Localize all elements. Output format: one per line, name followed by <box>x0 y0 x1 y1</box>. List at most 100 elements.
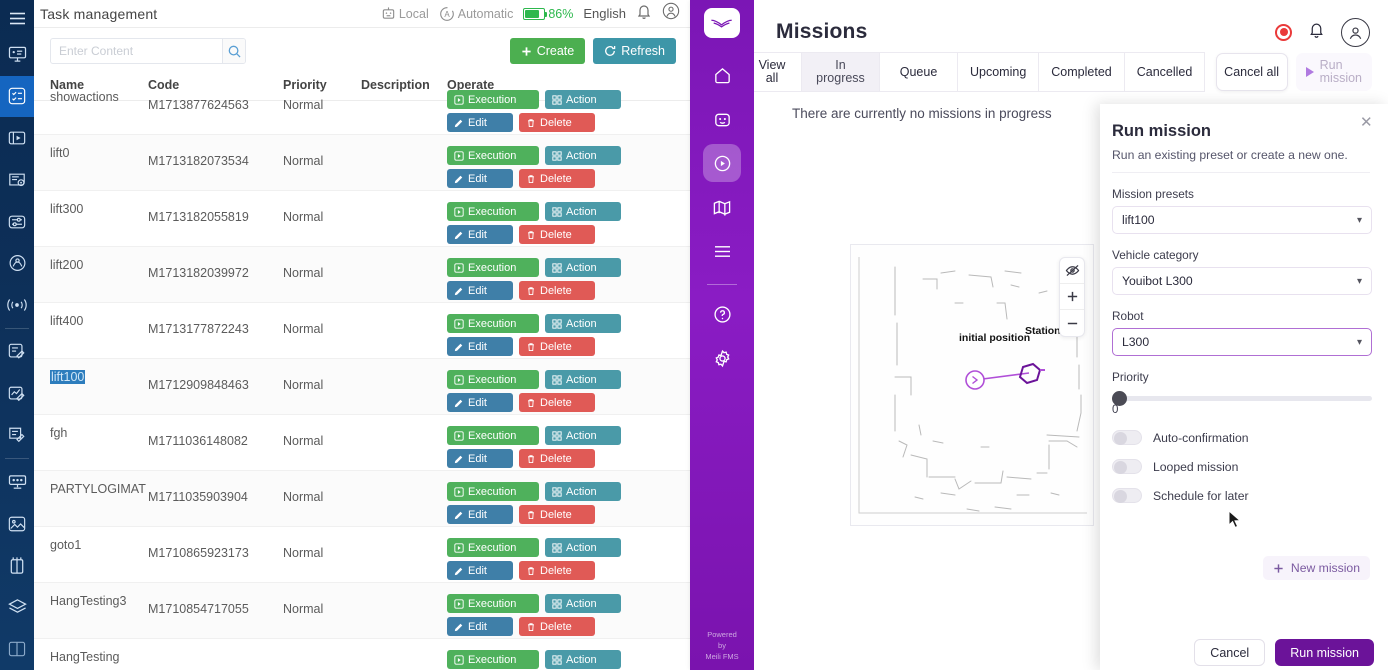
execution-button[interactable]: Execution <box>447 538 539 557</box>
select-robot[interactable]: L300 ▾ <box>1112 328 1372 356</box>
execution-button[interactable]: Execution <box>447 202 539 221</box>
edit-list-icon[interactable] <box>0 331 34 373</box>
mode-automatic-indicator[interactable]: A Automatic <box>439 6 513 22</box>
table-row[interactable]: showactions M1713877624563 Normal Execution… <box>34 79 690 135</box>
refresh-button[interactable]: Refresh <box>593 38 676 64</box>
table-row[interactable]: lift200 M1713182039972 Normal Execution Acti… <box>34 247 690 303</box>
signal-waves-icon[interactable] <box>0 284 34 326</box>
select-mission-presets[interactable]: lift100 ▾ <box>1112 206 1372 234</box>
sidebar-item-missions[interactable] <box>703 144 741 182</box>
table-row[interactable]: HangTestingExecutionActionEditDelete <box>34 639 690 670</box>
action-button[interactable]: Action <box>545 482 621 501</box>
user-account-avatar[interactable] <box>1341 17 1370 47</box>
toggle-schedule-for-later[interactable] <box>1112 488 1142 503</box>
zoom-in-icon[interactable] <box>1060 284 1084 310</box>
delete-button[interactable]: Delete <box>519 337 595 356</box>
notifications-bell-icon[interactable] <box>1308 21 1325 44</box>
mission-map[interactable]: initial position Station 1 <box>850 244 1094 526</box>
edit-button[interactable]: Edit <box>447 617 513 636</box>
table-row[interactable]: lift100 M1712909848463 Normal Execution Acti… <box>34 359 690 415</box>
delete-button[interactable]: Delete <box>519 505 595 524</box>
monitor-icon[interactable] <box>0 34 34 76</box>
run-mission-button[interactable]: Run mission <box>1275 639 1374 666</box>
note-edit-icon[interactable] <box>0 415 34 457</box>
priority-slider-handle[interactable] <box>1112 391 1127 406</box>
sliders-icon[interactable] <box>0 201 34 243</box>
chart-edit-icon[interactable] <box>0 373 34 415</box>
toggle-looped-mission[interactable] <box>1112 459 1142 474</box>
edit-button[interactable]: Edit <box>447 113 513 132</box>
delete-button[interactable]: Delete <box>519 617 595 636</box>
server-icon[interactable] <box>0 461 34 503</box>
image-icon[interactable] <box>0 503 34 545</box>
delete-button[interactable]: Delete <box>519 225 595 244</box>
tab-upcoming[interactable]: Upcoming <box>958 52 1040 92</box>
hamburger-menu-icon[interactable] <box>0 4 34 34</box>
elevator-icon[interactable] <box>0 545 34 587</box>
priority-slider[interactable] <box>1112 391 1372 406</box>
table-row[interactable]: lift300 M1713182055819 Normal Execution Acti… <box>34 191 690 247</box>
edit-button[interactable]: Edit <box>447 393 513 412</box>
tab-in-progress[interactable]: In progress <box>802 52 880 92</box>
action-button[interactable]: Action <box>545 202 621 221</box>
emergency-stop-icon[interactable] <box>1275 23 1292 41</box>
execution-button[interactable]: Execution <box>447 594 539 613</box>
broadcast-antenna-icon[interactable] <box>0 243 34 285</box>
tab-cancelled[interactable]: Cancelled <box>1124 52 1206 92</box>
delete-button[interactable]: Delete <box>519 169 595 188</box>
create-button[interactable]: Create <box>509 38 586 64</box>
table-row[interactable]: lift0 M1713182073534 Normal Execution Action… <box>34 135 690 191</box>
execution-button[interactable]: Execution <box>447 482 539 501</box>
cancel-all-button[interactable]: Cancel all <box>1215 53 1288 91</box>
zoom-out-icon[interactable] <box>1060 310 1084 336</box>
edit-button[interactable]: Edit <box>447 281 513 300</box>
layers-icon[interactable] <box>0 587 34 629</box>
action-button[interactable]: Action <box>545 370 621 389</box>
execution-button[interactable]: Execution <box>447 146 539 165</box>
search-input[interactable] <box>51 39 222 63</box>
search-box[interactable] <box>50 38 246 64</box>
sidebar-item-robots[interactable] <box>703 100 741 138</box>
record-box-icon[interactable] <box>0 159 34 201</box>
edit-button[interactable]: Edit <box>447 505 513 524</box>
sidebar-item-maps[interactable] <box>703 188 741 226</box>
action-button[interactable]: Action <box>545 538 621 557</box>
search-icon[interactable] <box>222 39 245 63</box>
tab-view-all[interactable]: View all <box>754 52 802 92</box>
action-button[interactable]: Action <box>545 258 621 277</box>
edit-button[interactable]: Edit <box>447 337 513 356</box>
action-button[interactable]: Action <box>545 90 621 109</box>
execution-button[interactable]: Execution <box>447 426 539 445</box>
sidebar-item-home[interactable] <box>703 56 741 94</box>
action-button[interactable]: Action <box>545 146 621 165</box>
action-button[interactable]: Action <box>545 314 621 333</box>
toggle-auto-confirmation[interactable] <box>1112 430 1142 445</box>
table-row[interactable]: lift400 M1713177872243 Normal Execution Acti… <box>34 303 690 359</box>
sidebar-item-help[interactable] <box>703 295 741 333</box>
language-selector[interactable]: English <box>583 6 626 21</box>
play-box-icon[interactable] <box>0 117 34 159</box>
delete-button[interactable]: Delete <box>519 561 595 580</box>
delete-button[interactable]: Delete <box>519 281 595 300</box>
eye-off-icon[interactable] <box>1060 258 1084 284</box>
action-button[interactable]: Action <box>545 650 621 669</box>
sidebar-item-task-list[interactable] <box>0 75 34 118</box>
edit-button[interactable]: Edit <box>447 449 513 468</box>
sidebar-item-settings[interactable] <box>703 339 741 377</box>
action-button[interactable]: Action <box>545 426 621 445</box>
select-vehicle-category[interactable]: Youibot L300 ▾ <box>1112 267 1372 295</box>
execution-button[interactable]: Execution <box>447 370 539 389</box>
action-button[interactable]: Action <box>545 594 621 613</box>
tab-queue[interactable]: Queue <box>880 52 958 92</box>
edit-button[interactable]: Edit <box>447 561 513 580</box>
user-avatar-icon[interactable] <box>662 2 680 25</box>
close-icon[interactable]: ✕ <box>1360 115 1376 132</box>
edit-button[interactable]: Edit <box>447 225 513 244</box>
execution-button[interactable]: Execution <box>447 258 539 277</box>
table-row[interactable]: PARTYLOGIMAT M1711035903904 Normal Executio… <box>34 471 690 527</box>
delete-button[interactable]: Delete <box>519 449 595 468</box>
meili-logo-icon[interactable] <box>704 8 740 38</box>
edit-button[interactable]: Edit <box>447 169 513 188</box>
execution-button[interactable]: Execution <box>447 650 539 669</box>
tab-completed[interactable]: Completed <box>1039 52 1125 92</box>
